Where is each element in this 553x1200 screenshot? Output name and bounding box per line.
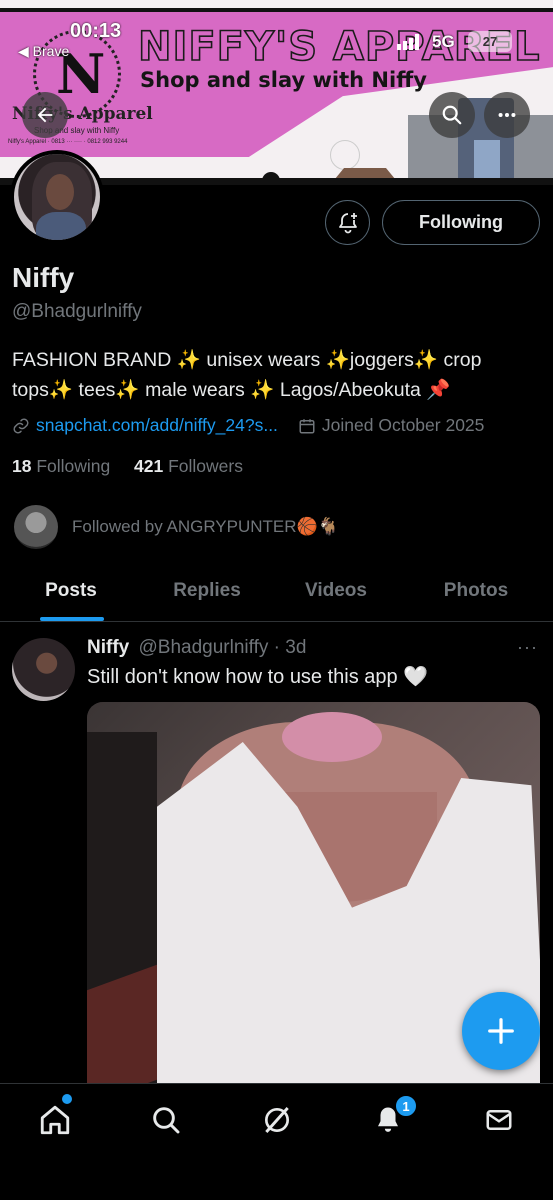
nav-search[interactable] [146,1100,186,1140]
grok-icon [265,1107,289,1133]
mail-icon [486,1110,512,1130]
profile-meta: snapchat.com/add/niffy_24?s... Joined Oc… [12,415,484,436]
search-icon [153,1107,180,1134]
banner-deco-circle [330,140,360,170]
search-button[interactable] [429,92,475,138]
search-icon [442,105,462,125]
status-back-app-label: Brave [32,43,70,59]
followed-by[interactable]: Followed by ANGRYPUNTER🏀🐐 [14,505,339,549]
post-text: Still don't know how to use this app 🤍 [87,666,429,688]
followers-label: Followers [168,456,243,476]
followers-count-link[interactable]: 421 Followers [134,456,243,476]
nav-grok[interactable] [257,1100,297,1140]
profile-link[interactable]: snapchat.com/add/niffy_24?s... [36,415,278,436]
nav-home[interactable] [35,1100,75,1140]
profile-joined: Joined October 2025 [321,415,485,435]
profile-name: Niffy [12,262,75,293]
network-label: 5G [432,32,455,51]
tab-posts[interactable]: Posts [22,562,120,620]
more-horizontal-icon [498,112,516,118]
signal-icon [397,34,419,55]
following-label: Following [36,456,111,476]
nav-messages[interactable] [479,1100,519,1140]
more-options-button[interactable] [484,92,530,138]
bottom-navigation [0,1083,553,1200]
tab-photos[interactable]: Photos [430,562,522,620]
post-header: Niffy @Bhadgurlniffy · 3d [87,637,306,659]
post-author-handle: @Bhadgurlniffy [138,637,269,658]
avatar-face [46,174,74,210]
logo-contact: Niffy's Apparel · 0813 ··· ···· · 0812 9… [8,139,128,145]
tab-replies[interactable]: Replies [160,562,254,620]
post-more-button[interactable]: ··· [517,637,538,658]
profile-avatar[interactable] [10,150,104,244]
avatar-body [36,212,86,240]
link-icon [13,418,29,433]
home-icon [40,1105,70,1135]
battery-icon: 27 [468,31,512,52]
follow-counts: 18 Following 421 Followers [12,456,243,477]
notifications-badge: 1 [395,1095,417,1117]
followed-by-text: Followed by ANGRYPUNTER🏀🐐 [72,517,339,536]
tab-videos[interactable]: Videos [290,562,382,620]
following-button[interactable]: Following [382,200,540,245]
banner-subtitle: Shop and slay with Niffy [140,68,427,92]
followed-by-avatar [14,505,58,549]
back-button[interactable] [22,92,68,138]
calendar-icon [299,418,315,433]
banner-stripe [0,8,553,12]
arrow-left-icon [37,107,53,123]
battery-level: 27 [482,34,498,49]
post-time: 3d [285,637,307,658]
post-author-name[interactable]: Niffy [87,637,129,658]
following-count-link[interactable]: 18 Following [12,456,110,476]
profile-bio: FASHION BRAND ✨ unisex wears ✨joggers✨ c… [12,349,482,401]
followers-count: 421 [134,456,164,476]
following-count: 18 [12,456,32,476]
compose-button[interactable] [462,992,540,1070]
bell-plus-icon [338,212,357,233]
post-separator: · [273,637,280,658]
active-tab-indicator [40,617,104,621]
profile-handle: @Bhadgurlniffy [12,301,142,322]
profile-tabs: Posts Replies Videos Photos [0,562,553,622]
status-back-app[interactable]: ◀ Brave [18,43,69,60]
post-author-avatar[interactable] [12,638,75,701]
media-lips [282,712,382,762]
notifications-subscribe-button[interactable] [325,200,370,245]
home-unread-dot [62,1094,72,1104]
plus-icon [488,1018,514,1044]
status-time: 00:13 [70,20,122,42]
